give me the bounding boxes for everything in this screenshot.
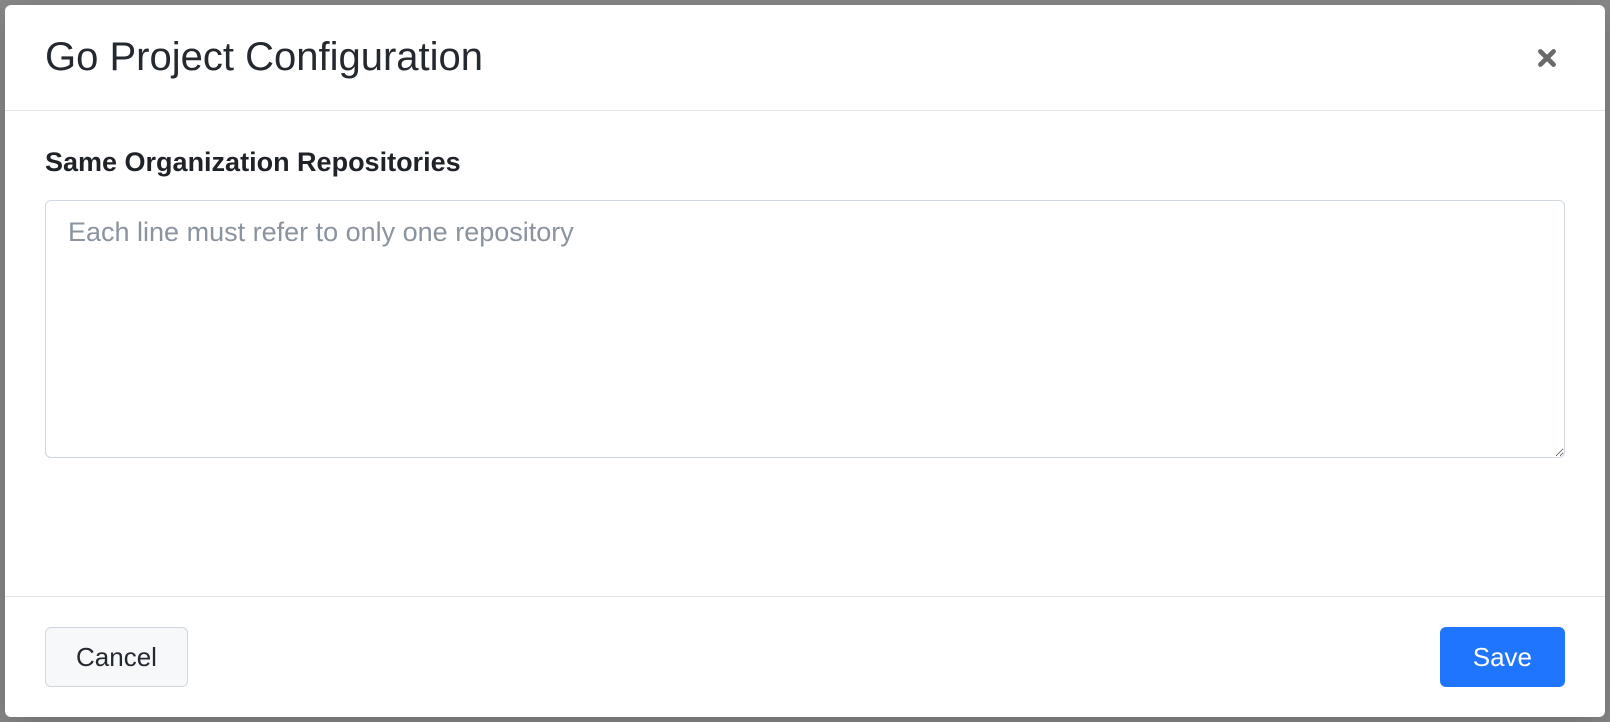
save-button[interactable]: Save	[1440, 627, 1565, 687]
modal-title: Go Project Configuration	[45, 35, 483, 80]
modal-dialog: Go Project Configuration Same Organizati…	[5, 5, 1605, 717]
modal-header: Go Project Configuration	[5, 5, 1605, 111]
close-button[interactable]	[1529, 40, 1565, 76]
cancel-button[interactable]: Cancel	[45, 627, 188, 687]
modal-body: Same Organization Repositories	[5, 111, 1605, 596]
repositories-label: Same Organization Repositories	[45, 147, 1565, 178]
repositories-textarea[interactable]	[45, 200, 1565, 458]
close-icon	[1533, 44, 1561, 72]
modal-footer: Cancel Save	[5, 596, 1605, 717]
